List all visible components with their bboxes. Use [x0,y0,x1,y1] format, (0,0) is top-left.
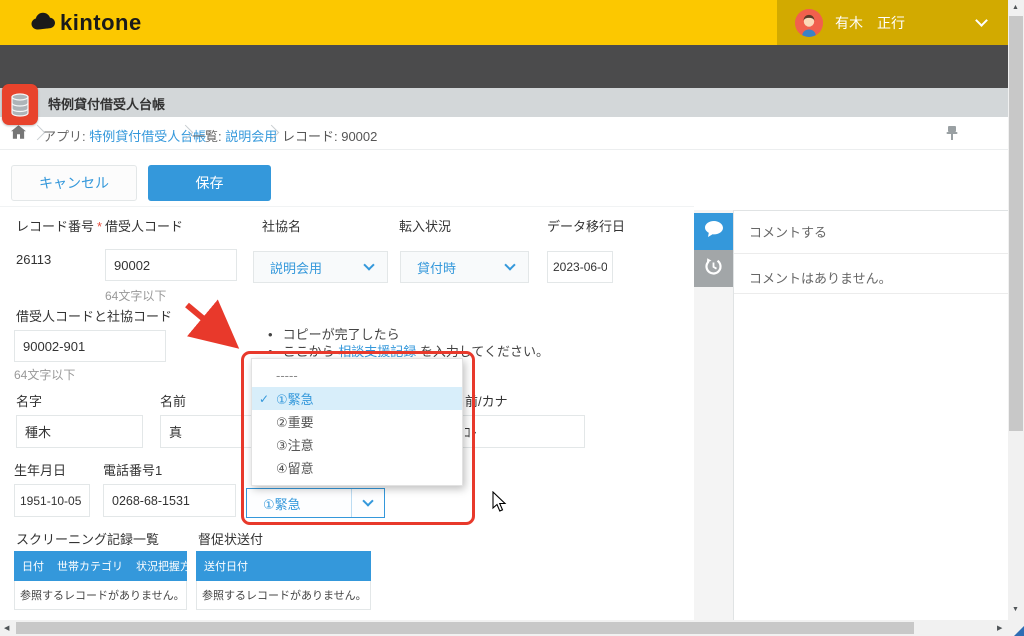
last-name-label: 名字 [16,391,42,410]
tennyu-status-select[interactable]: 貸付時 [400,251,529,283]
screening-table-header: 日付 世帯カテゴリ 状況把握方法 [14,551,187,581]
breadcrumb: アプリ: 特例貸付借受人台帳 一覧: 説明会用 レコード: 90002 [0,117,1008,150]
dropdown-option-blank[interactable]: ✓----- [252,364,462,387]
dropdown-option-important[interactable]: ✓②重要 [252,410,462,433]
screening-table-empty: 参照するレコードがありません。 [14,581,187,610]
check-icon: ✓ [252,392,276,406]
mouse-cursor [492,491,508,513]
user-avatar [795,9,823,37]
scroll-up-icon[interactable]: ▲ [1012,4,1019,11]
breadcrumb-home-icon[interactable] [11,125,26,144]
borrower-shakyo-code-label: 借受人コードと社協コード [16,306,172,325]
app-database-icon[interactable] [2,84,38,125]
resize-grip [1014,626,1024,636]
migration-date-input[interactable] [547,251,613,283]
urgency-select[interactable]: ①緊急 [246,488,385,518]
comment-bubble-icon [705,221,723,242]
dropdown-option-urgent[interactable]: ✓①緊急 [252,387,462,410]
vertical-scrollbar-thumb[interactable] [1009,16,1023,431]
scroll-down-icon[interactable]: ▼ [1012,606,1019,613]
scroll-left-icon[interactable]: ◀ [4,624,9,632]
chevron-down-icon [504,259,515,270]
dropdown-option-caution[interactable]: ✓③注意 [252,433,462,456]
horizontal-scrollbar[interactable]: ◀ ▶ [0,620,1008,636]
migration-date-label: データ移行日 [547,216,625,235]
record-number-value: 26113 [16,252,51,267]
tennyu-status-label: 転入状況 [399,216,451,235]
shakyo-name-select[interactable]: 説明会用 [253,251,388,283]
borrower-shakyo-code-helper: 64文字以下 [14,366,75,383]
last-name-input[interactable] [16,415,143,448]
vertical-scrollbar[interactable]: ▲ ▼ [1008,0,1024,620]
divider [734,253,1008,254]
divider [0,206,694,207]
shakyo-name-label: 社協名 [262,216,301,235]
chevron-down-icon [351,489,384,517]
chevron-down-icon [975,14,988,27]
scroll-right-icon[interactable]: ▶ [997,624,1002,632]
birth-date-label: 生年月日 [14,460,66,479]
phone1-input[interactable] [103,484,236,517]
breadcrumb-list: 一覧: 説明会用 [192,126,277,145]
borrower-code-label: 借受人コード [105,216,183,235]
phone1-label: 電話番号1 [103,460,162,479]
scrollbar-corner [1008,620,1024,636]
history-clock-icon [704,257,723,281]
comments-empty-message: コメントはありません。 [749,268,892,287]
comment-panel: コメントする コメントはありません。 [733,210,1008,620]
reminder-table-title: 督促状送付 [198,529,263,548]
dropdown-option-attention[interactable]: ✓④留意 [252,456,462,479]
annotation-red-arrow [178,296,252,360]
user-menu[interactable]: 有木 正行 [777,0,1008,45]
cancel-button[interactable]: キャンセル [11,165,137,201]
horizontal-scrollbar-thumb[interactable] [16,622,914,634]
add-comment-link[interactable]: コメントする [749,222,827,241]
logo-text: kintone [60,10,142,36]
save-button[interactable]: 保存 [148,165,271,201]
kintone-logo[interactable]: kintone [30,9,142,37]
pin-icon[interactable] [946,125,958,146]
name-kana-input[interactable] [455,415,585,448]
kintone-record-edit-screen: kintone 有木 正行 ★ ⚙ ? [0,0,1024,636]
borrower-shakyo-code-input[interactable] [14,330,166,362]
app-title: 特例貸付借受人台帳 [48,94,165,113]
global-nav-bar [0,45,1008,88]
kintone-cloud-icon [30,11,56,36]
borrower-code-helper: 64文字以下 [105,287,166,304]
required-mark: * [97,219,102,234]
reminder-table-empty: 参照するレコードがありません。 [196,581,371,610]
urgency-dropdown-list: ✓----- ✓①緊急 ✓②重要 ✓③注意 ✓④留意 [251,358,463,486]
borrower-code-input[interactable] [105,249,237,281]
birth-date-input[interactable] [14,484,90,517]
consult-support-record-link[interactable]: 相談支援記録 [338,344,416,359]
breadcrumb-record: レコード: 90002 [282,126,377,145]
chevron-down-icon [363,259,374,270]
screening-table-title: スクリーニング記録一覧 [16,529,159,548]
history-tab[interactable] [694,250,733,287]
user-name: 有木 正行 [835,13,905,33]
reminder-table-header: 送付日付 [196,551,371,581]
record-number-label: レコード番号* [16,216,102,235]
divider [734,293,1008,294]
comments-tab[interactable] [694,213,733,250]
first-name-label: 名前 [160,391,186,410]
